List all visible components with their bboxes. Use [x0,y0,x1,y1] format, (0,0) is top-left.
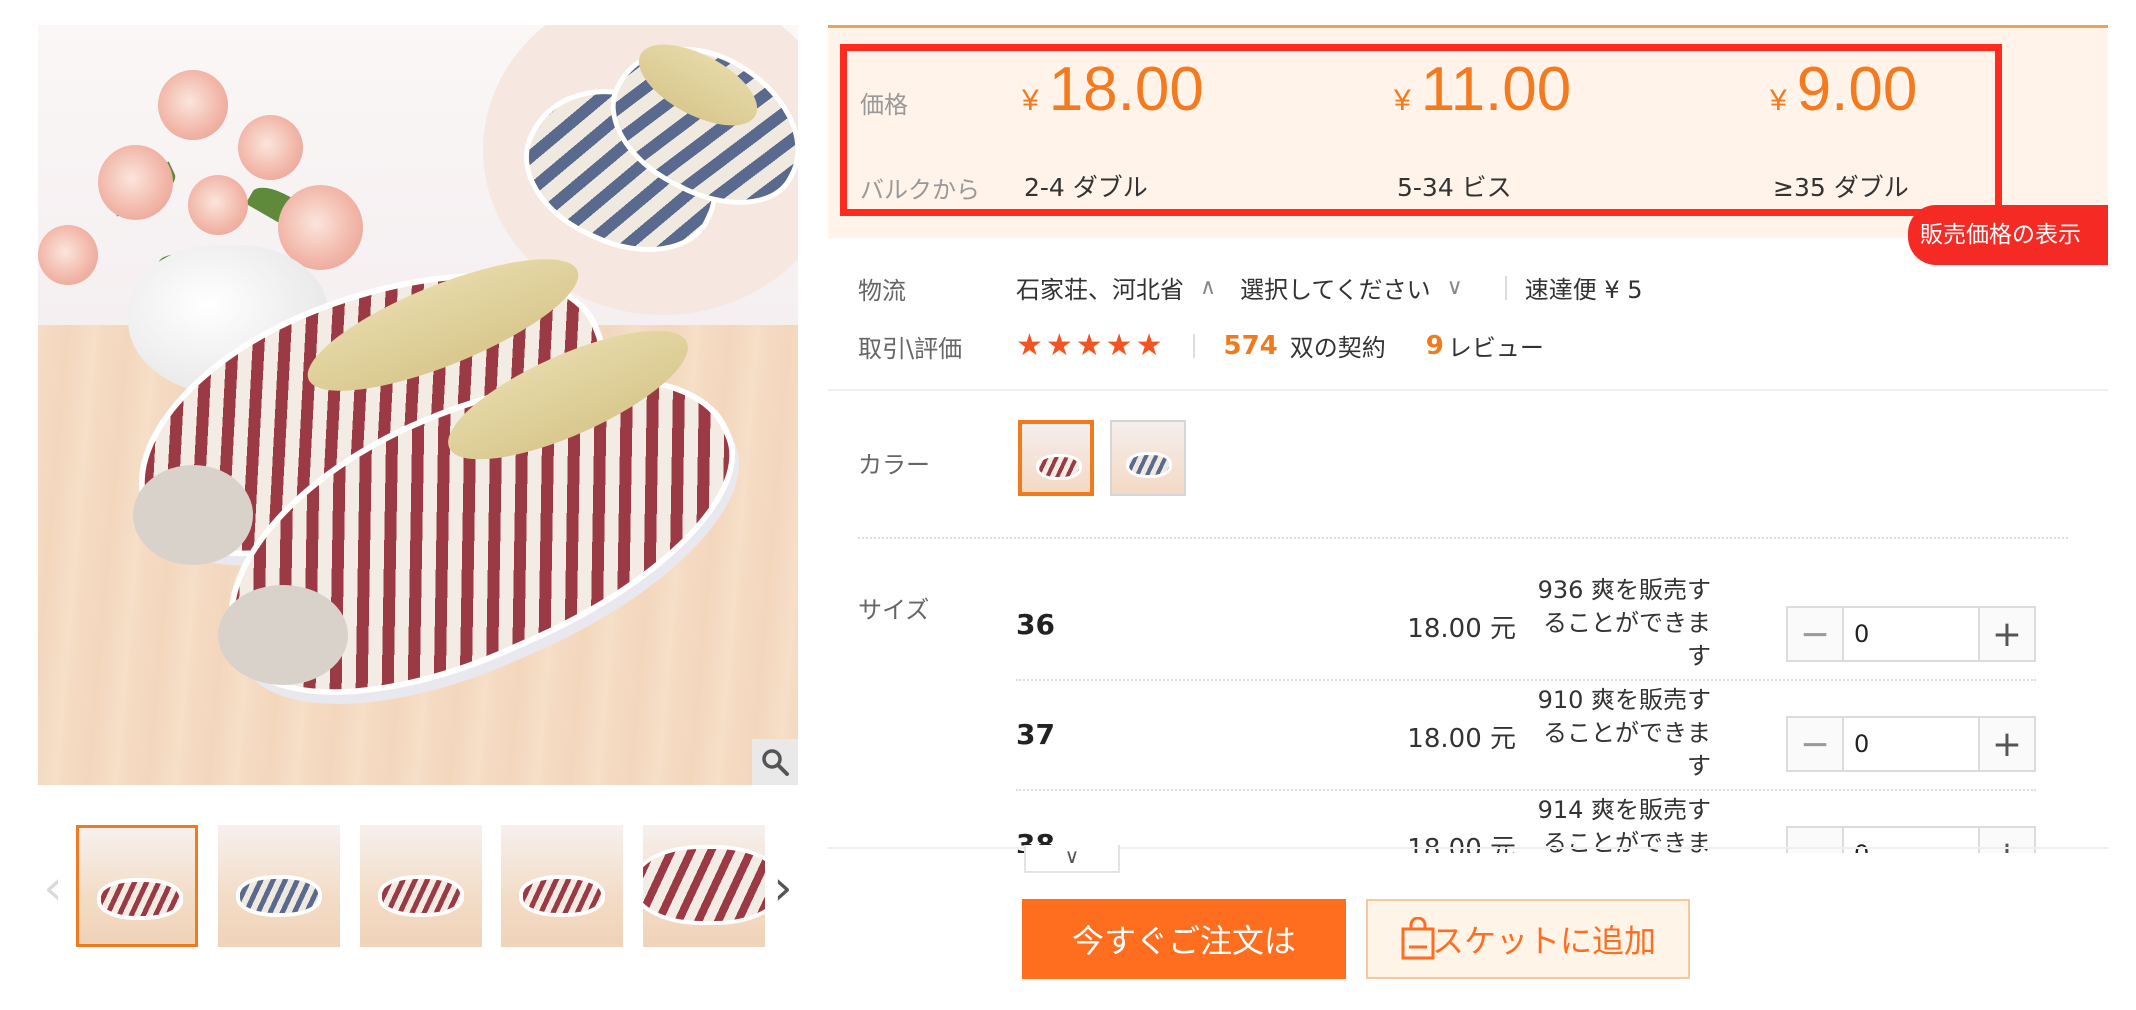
chevron-up-icon[interactable]: ∧ [1200,275,1216,300]
destination-select[interactable]: 選択してください [1240,270,1431,305]
purchase-panel: 価格 バルクから ¥18.00 ¥11.00 ¥9.00 2-4 ダブル 5-3… [828,25,2108,1010]
deals-text: 双の契約 [1289,334,1386,362]
reviews-count[interactable]: 9 [1426,331,1444,361]
size-row: 37 18.00 元 910 爽を販売することができます − 0 + [1016,680,2036,788]
thumbnail-shoe [519,875,605,917]
swatch-shoe [1126,452,1172,478]
rating-row: ★★★★★ 574 双の契約 9 レビュー [1016,328,1544,363]
section-divider [828,847,2108,849]
shoe-toe [133,465,253,565]
thumbnail-4[interactable] [501,825,623,947]
thumbnail-shoe [236,875,322,917]
swatch-shoe [1036,454,1082,480]
shipping-fee: 速達便 ¥ 5 [1524,276,1643,304]
increment-button[interactable]: + [1980,828,2034,853]
rating-label: 取引\評価 [858,335,963,363]
decrement-button[interactable]: − [1788,718,1842,770]
flower-decoration [98,145,173,220]
color-option-red[interactable] [1018,420,1094,496]
increment-button[interactable]: + [1980,718,2034,770]
thumbnail-1[interactable] [76,825,198,947]
shoe-toe [218,585,348,685]
color-label: カラー [858,451,930,479]
decrement-button[interactable]: − [1788,608,1842,660]
size-stock: 910 爽を販売することができます [1537,686,1711,780]
flower-decoration [188,175,248,235]
size-row: 38 18.00 元 914 爽を販売することができます − 0 + [1016,790,2036,853]
size-value: 36 [1016,608,1055,641]
thumbnail-5[interactable] [643,825,765,947]
size-stock: 936 爽を販売することができます [1537,576,1711,670]
logistics-label: 物流 [858,277,906,305]
add-to-cart-label: スケットに追加 [1431,922,1656,960]
order-now-button[interactable]: 今すぐご注文は [1022,899,1346,979]
divider [1193,333,1196,358]
quantity-input[interactable]: 0 [1842,718,1980,770]
size-price: 18.00 元 [1407,614,1516,644]
thumbnail-2[interactable] [218,825,340,947]
price-highlight-box [840,44,2002,216]
decrement-button[interactable]: − [1788,828,1842,853]
chevron-down-icon[interactable]: ∨ [1447,275,1463,300]
size-price: 18.00 元 [1407,834,1516,853]
flower-decoration [158,70,228,140]
origin-location: 石家荘、河北省 [1016,276,1184,304]
color-option-blue[interactable] [1110,420,1186,496]
thumbnail-next-arrow[interactable]: › [768,864,798,915]
quantity-input[interactable]: 0 [1842,608,1980,660]
quantity-input[interactable]: 0 [1842,828,1980,853]
price-section: 価格 バルクから ¥18.00 ¥11.00 ¥9.00 2-4 ダブル 5-3… [828,28,2108,238]
flower-decoration [238,115,303,180]
quantity-stepper: − 0 + [1786,716,2036,772]
deals-count: 574 [1223,330,1278,361]
thumbnail-shoe [643,845,765,925]
show-sale-price-tag[interactable]: 販売価格の表示 [1908,205,2108,265]
thumbnail-strip: ‹ › [38,825,798,950]
size-row: 36 18.00 元 936 爽を販売することができます − 0 + [1016,570,2036,678]
section-divider [828,389,2108,391]
size-price: 18.00 元 [1407,724,1516,754]
size-list: 36 18.00 元 936 爽を販売することができます − 0 + 37 18… [828,570,2108,853]
reviews-link[interactable]: レビュー [1448,328,1544,363]
star-rating: ★★★★★ [1016,328,1166,363]
magnifier-icon [762,749,789,776]
main-product-image[interactable] [38,25,798,785]
size-value: 37 [1016,718,1055,751]
divider [1504,275,1507,300]
increment-button[interactable]: + [1980,608,2034,660]
thumbnail-shoe [97,878,183,920]
size-stock: 914 爽を販売することができます [1537,796,1711,853]
flower-decoration [38,225,98,285]
expand-sizes-toggle[interactable]: ∨ [1024,845,1120,873]
quantity-stepper: − 0 + [1786,606,2036,662]
section-divider [858,537,2068,539]
thumbnail-prev-arrow[interactable]: ‹ [38,864,68,915]
chevron-down-icon: ∨ [1064,844,1080,868]
zoom-button[interactable] [752,739,798,785]
logistics-row: 石家荘、河北省 ∧ 選択してください ∨ 速達便 ¥ 5 [1016,270,1643,305]
thumbnail-3[interactable] [360,825,482,947]
thumbnail-shoe [378,875,464,917]
add-to-cart-button[interactable]: スケットに追加 [1366,899,1690,979]
